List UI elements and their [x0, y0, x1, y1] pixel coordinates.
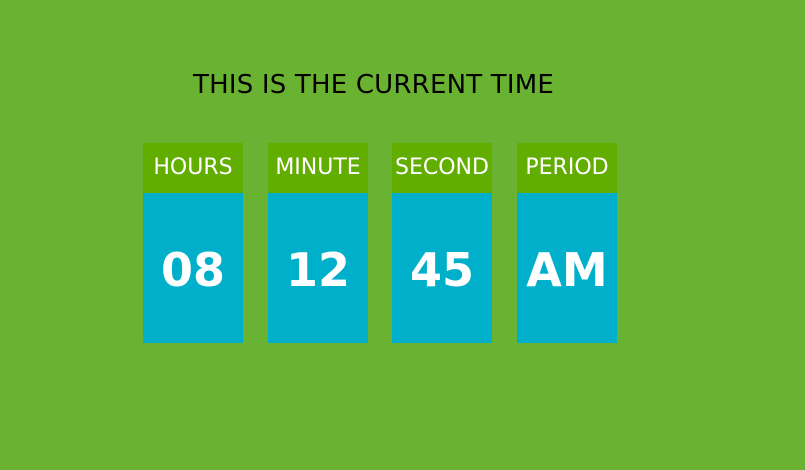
page-title: THIS IS THE CURRENT TIME — [193, 70, 554, 100]
second-label: SECOND — [392, 143, 492, 193]
hours-tile: HOURS 08 — [143, 143, 243, 343]
minute-value: 12 — [268, 193, 368, 343]
period-value: AM — [517, 193, 617, 343]
period-label: PERIOD — [517, 143, 617, 193]
hours-value: 08 — [143, 193, 243, 343]
second-value: 45 — [392, 193, 492, 343]
minute-tile: MINUTE 12 — [268, 143, 368, 343]
period-tile: PERIOD AM — [517, 143, 617, 343]
minute-label: MINUTE — [268, 143, 368, 193]
hours-label: HOURS — [143, 143, 243, 193]
second-tile: SECOND 45 — [392, 143, 492, 343]
